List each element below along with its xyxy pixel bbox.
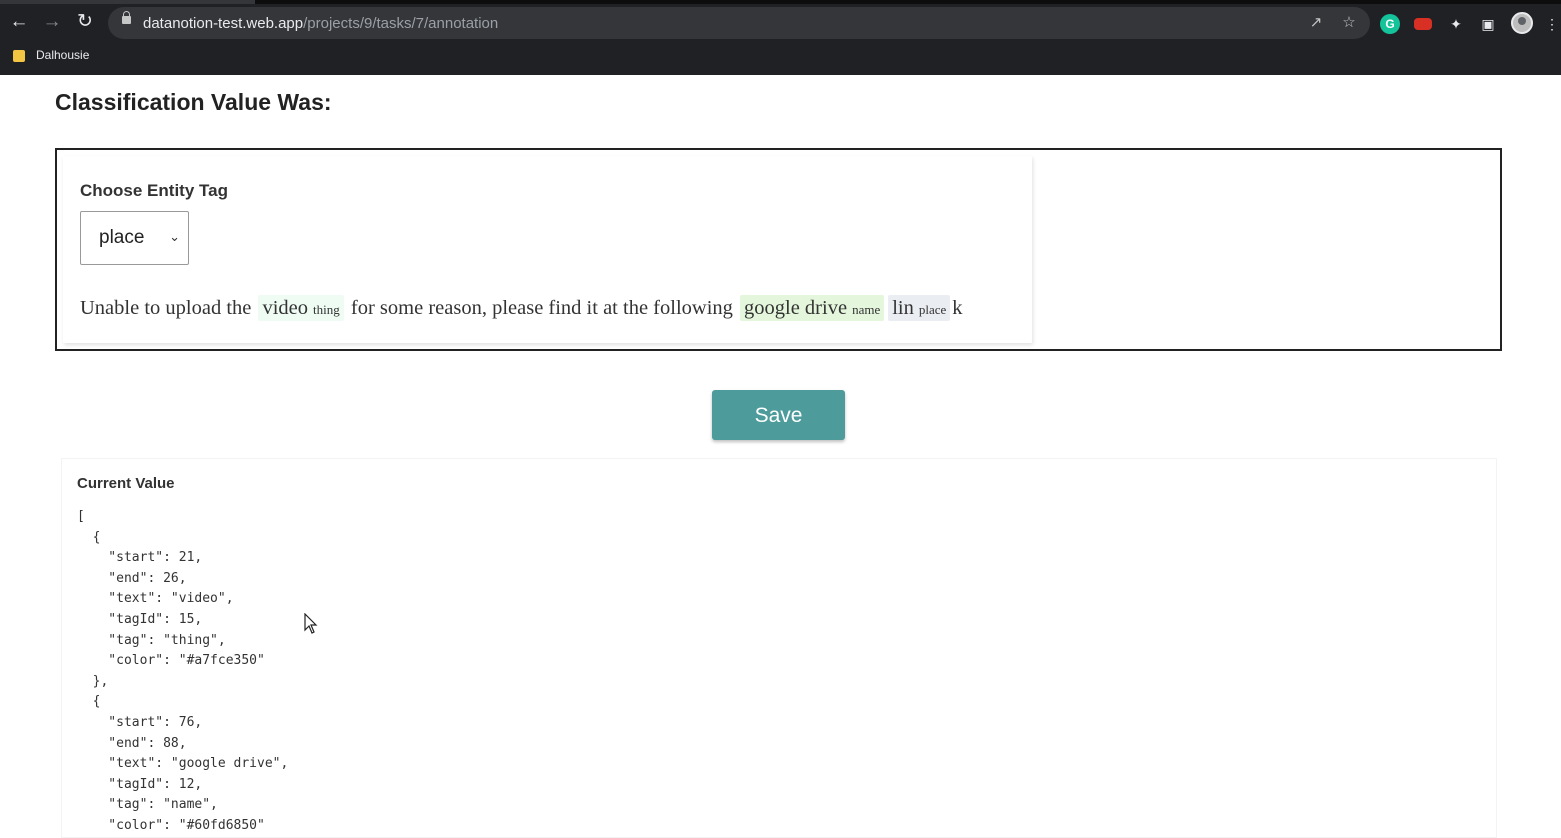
extension-red-icon[interactable] xyxy=(1414,18,1432,30)
mouse-cursor-icon xyxy=(304,613,318,634)
back-icon[interactable]: ← xyxy=(6,9,32,35)
share-icon[interactable]: ↗ xyxy=(1305,12,1327,34)
entity-place[interactable]: lin place xyxy=(888,295,951,321)
url-host: datanotion-test.web.app xyxy=(143,15,304,32)
entity-thing[interactable]: video thing xyxy=(258,295,344,321)
entity-name[interactable]: google drive name xyxy=(740,295,885,321)
text-segment: k xyxy=(952,297,963,319)
choose-entity-label: Choose Entity Tag xyxy=(80,181,228,200)
current-value-json: [ { "start": 21, "end": 26, "text": "vid… xyxy=(77,509,289,833)
entity-tag-label: thing xyxy=(313,302,340,317)
url-path: /projects/9/tasks/7/annotation xyxy=(303,15,499,32)
save-button[interactable]: Save xyxy=(712,390,845,440)
chevron-down-icon: ⌄ xyxy=(169,229,180,244)
address-row: ← → ↻ datanotion-test.web.app/projects/9… xyxy=(0,6,1561,40)
entity-tag-label: place xyxy=(918,302,947,317)
entity-tag-select[interactable]: place ⌄ xyxy=(80,211,189,265)
active-tab[interactable] xyxy=(0,0,255,4)
url-text[interactable]: datanotion-test.web.app/projects/9/tasks… xyxy=(143,15,498,32)
entity-text: video xyxy=(262,297,309,319)
lock-icon[interactable] xyxy=(122,11,131,24)
sidepanel-icon[interactable]: ▣ xyxy=(1478,14,1498,34)
bookmarks-bar: Dalhousie xyxy=(0,44,1561,68)
text-segment: Unable to upload the xyxy=(80,297,252,319)
reload-icon[interactable]: ↻ xyxy=(72,9,98,35)
annotation-text[interactable]: Unable to upload the video thing for some… xyxy=(80,295,963,321)
folder-icon xyxy=(13,50,25,62)
current-value-panel: Current Value [ { "start": 21, "end": 26… xyxy=(61,458,1497,838)
address-bar[interactable]: datanotion-test.web.app/projects/9/tasks… xyxy=(108,7,1370,39)
text-segment: for some reason, please find it at the f… xyxy=(350,297,733,319)
bookmark-dalhousie[interactable]: Dalhousie xyxy=(36,48,89,62)
star-icon[interactable]: ☆ xyxy=(1338,12,1360,34)
entity-tag-label: name xyxy=(852,302,881,317)
entity-text: lin xyxy=(892,297,914,319)
entity-text: google drive xyxy=(744,297,848,319)
forward-icon[interactable]: → xyxy=(39,9,65,35)
puzzle-icon[interactable]: ✦ xyxy=(1446,14,1466,34)
grammarly-icon[interactable]: G xyxy=(1380,14,1400,34)
browser-chrome: ← → ↻ datanotion-test.web.app/projects/9… xyxy=(0,0,1561,75)
select-value: place xyxy=(99,227,145,248)
annotation-box: Choose Entity Tag place ⌄ Unable to uplo… xyxy=(55,148,1502,351)
more-icon[interactable]: ⋮ xyxy=(1545,14,1559,34)
tab-strip xyxy=(0,0,1561,4)
avatar-icon[interactable] xyxy=(1511,12,1533,34)
annotation-card: Choose Entity Tag place ⌄ Unable to uplo… xyxy=(63,156,1032,343)
page-title: Classification Value Was: xyxy=(55,89,332,115)
current-value-label: Current Value xyxy=(77,475,175,492)
